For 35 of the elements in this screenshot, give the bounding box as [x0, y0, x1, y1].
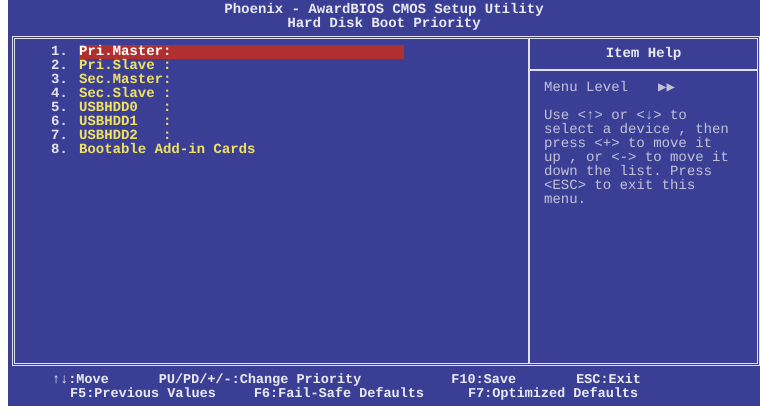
- help-text-line: select a device , then: [544, 123, 730, 137]
- key-hint: F6:Fail-Safe Defaults: [254, 388, 424, 402]
- boot-device-item[interactable]: USBHDD2 :: [79, 129, 172, 143]
- help-text-line: menu.: [544, 193, 588, 207]
- boot-device-item[interactable]: USBHDD1 :: [79, 115, 172, 129]
- menu-level-indicator: ▶▶: [658, 81, 675, 95]
- boot-device-item[interactable]: USBHDD0 :: [79, 101, 172, 115]
- help-text-line: press <+> to move it: [544, 137, 713, 151]
- subtitle: Hard Disk Boot Priority: [287, 16, 481, 32]
- item-number: 2.: [51, 59, 69, 73]
- boot-device-item[interactable]: Sec.Master:: [79, 73, 172, 87]
- key-hint: F10:Save: [451, 374, 516, 388]
- key-hint: ESC:Exit: [576, 374, 641, 388]
- menu-level-label: Menu Level: [544, 81, 628, 95]
- boot-device-item[interactable]: Bootable Add-in Cards: [79, 143, 256, 157]
- item-number: 1.: [51, 45, 69, 59]
- help-text-line: Use <↑> or <↓> to: [544, 109, 688, 123]
- key-hint: F7:Optimized Defaults: [468, 388, 638, 402]
- boot-device-item[interactable]: Pri.Slave :: [79, 59, 172, 73]
- item-number: 6.: [51, 115, 69, 129]
- title: Phoenix - AwardBIOS CMOS Setup Utility: [224, 2, 544, 18]
- help-text-line: up , or <-> to move it: [544, 151, 730, 165]
- key-hint: ↑↓:Move: [52, 374, 109, 388]
- key-hint: PU/PD/+/-:Change Priority: [158, 374, 362, 388]
- item-number: 7.: [51, 129, 69, 143]
- item-number: 4.: [51, 87, 69, 101]
- boot-device-item[interactable]: Sec.Slave :: [79, 87, 172, 101]
- boot-device-item[interactable]: Pri.Master:: [79, 45, 404, 59]
- help-title: Item Help: [530, 39, 757, 71]
- key-hint: F5:Previous Values: [70, 388, 216, 402]
- item-number: 8.: [51, 143, 69, 157]
- item-number: 5.: [51, 101, 69, 115]
- item-number: 3.: [51, 73, 69, 87]
- help-text-line: down the list. Press: [544, 165, 714, 179]
- help-text-line: <ESC> to exit this: [544, 179, 696, 193]
